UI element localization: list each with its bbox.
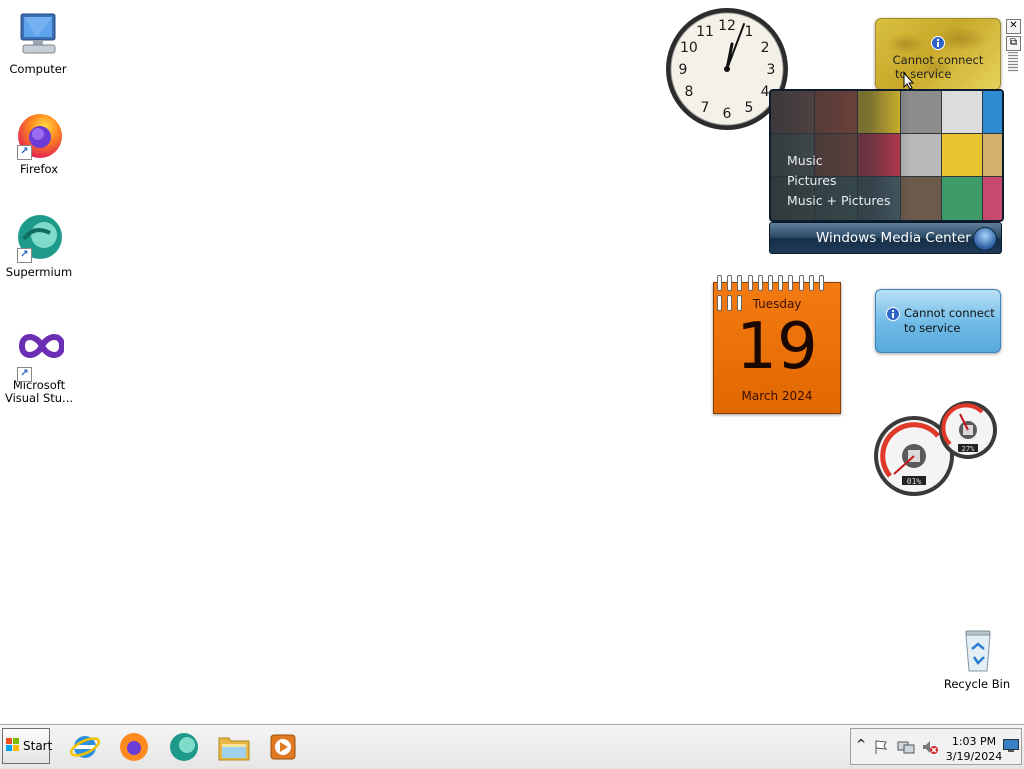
tray-clock[interactable]: 1:03 PM 3/19/2024	[945, 734, 1003, 764]
shortcut-arrow-icon: ↗	[17, 367, 32, 382]
tray-time: 1:03 PM	[951, 735, 997, 748]
clock-numeral: 10	[680, 40, 698, 56]
windows-logo-icon	[6, 737, 20, 755]
taskbar-explorer[interactable]	[215, 729, 253, 765]
media-player-icon	[270, 734, 296, 760]
windows-orb-icon	[973, 227, 997, 251]
weather-status-text: Cannot connect to service	[904, 306, 995, 336]
weather-status-text: Cannot connect to service	[876, 53, 1000, 81]
system-tray: ^ 1:03 PM 3/19/2024	[850, 728, 1022, 765]
clock-numeral: 6	[723, 106, 732, 122]
media-menu-item-pictures[interactable]: Pictures	[787, 171, 891, 191]
media-center-menu: Music Pictures Music + Pictures	[787, 151, 891, 211]
media-center-brand: Windows Media Center	[816, 230, 971, 246]
info-icon	[931, 35, 945, 54]
shortcut-arrow-icon: ↗	[17, 145, 32, 160]
clock-numeral: 12	[718, 18, 736, 34]
gadget-options-button[interactable]: ⧉	[1006, 36, 1021, 51]
action-center-flag-icon[interactable]	[873, 739, 889, 758]
start-label: Start	[23, 739, 53, 753]
desktop-icon-label: Recycle Bin	[943, 677, 1011, 691]
taskbar-media-player[interactable]	[264, 729, 302, 765]
desktop-icon-label: Firefox	[19, 162, 59, 176]
taskbar-internet-explorer[interactable]	[66, 729, 104, 765]
clock-numeral: 8	[684, 84, 693, 100]
clock-numeral: 7	[701, 100, 710, 116]
weather-status-line2: to service	[904, 321, 961, 335]
clock-numeral: 9	[679, 62, 688, 78]
gadget-close-button[interactable]: ✕	[1006, 19, 1021, 34]
weather-gadget[interactable]: Cannot connect to service	[875, 18, 1001, 90]
supermium-icon	[170, 733, 198, 761]
media-center-gadget[interactable]: Music Pictures Music + Pictures	[769, 89, 1004, 222]
firefox-icon	[120, 733, 148, 761]
taskbar: Start ^ 1:03 PM 3/19/2024	[0, 724, 1024, 769]
weather-status-line1: Cannot connect	[892, 53, 984, 67]
info-icon	[886, 306, 900, 325]
weather-status-line2: to service	[895, 67, 952, 81]
memory-percent-label: 27%	[962, 445, 975, 453]
clock-numeral: 3	[767, 62, 776, 78]
calendar-weekday: Tuesday	[752, 297, 802, 311]
firefox-icon: ↗	[14, 110, 64, 160]
start-button[interactable]: Start	[2, 728, 53, 764]
explorer-folder-icon	[218, 737, 250, 761]
internet-explorer-icon	[69, 736, 101, 758]
desktop-icon-firefox[interactable]: ↗ Firefox	[0, 110, 79, 176]
show-desktop-icon[interactable]	[1003, 739, 1019, 756]
clock-numeral: 2	[761, 40, 770, 56]
desktop-icon-label: Computer	[9, 62, 67, 76]
clock-numeral: 11	[696, 24, 714, 40]
calendar-day: 19	[736, 310, 818, 384]
taskbar-supermium[interactable]	[165, 729, 203, 765]
desktop-icon-computer[interactable]: Computer	[0, 10, 78, 76]
calendar-rings	[717, 275, 837, 311]
gadget-drag-handle[interactable]	[1008, 52, 1018, 72]
tray-date: 3/19/2024	[945, 750, 1003, 763]
cpu-percent-label: 01%	[907, 477, 922, 486]
shortcut-arrow-icon: ↗	[17, 248, 32, 263]
weather-gadget-secondary[interactable]: Cannot connect to service	[875, 289, 1001, 353]
media-center-launch-bar[interactable]: Windows Media Center	[769, 222, 1002, 254]
show-hidden-icons-chevron[interactable]: ^	[856, 737, 866, 751]
calendar-month-year: March 2024	[741, 389, 813, 403]
mouse-cursor-icon	[903, 72, 915, 90]
computer-icon	[13, 10, 63, 60]
desktop-icon-label: Microsoft Visual Stu...	[4, 378, 74, 405]
clock-numeral: 5	[745, 100, 754, 116]
desktop-icon-visual-studio[interactable]: ↗ Microsoft Visual Stu...	[0, 326, 79, 405]
volume-muted-icon[interactable]	[921, 739, 939, 758]
media-menu-item-music-pictures[interactable]: Music + Pictures	[787, 191, 891, 211]
taskbar-firefox[interactable]	[115, 729, 153, 765]
supermium-icon: ↗	[14, 213, 64, 263]
recycle-bin-icon	[952, 625, 1002, 675]
desktop-icon-label: Supermium	[5, 265, 73, 279]
media-menu-item-music[interactable]: Music	[787, 151, 891, 171]
cpu-meter-gadget[interactable]: 01% 27%	[872, 400, 1002, 498]
desktop-icon-supermium[interactable]: ↗ Supermium	[0, 213, 79, 279]
calendar-gadget[interactable]: Tuesday 19 March 2024	[713, 275, 841, 414]
weather-status-line1: Cannot connect	[904, 306, 995, 320]
visual-studio-icon: ↗	[14, 326, 66, 382]
network-icon[interactable]	[897, 739, 915, 758]
clock-numeral: 1	[745, 24, 754, 40]
desktop-icon-recycle-bin[interactable]: Recycle Bin	[937, 625, 1017, 691]
